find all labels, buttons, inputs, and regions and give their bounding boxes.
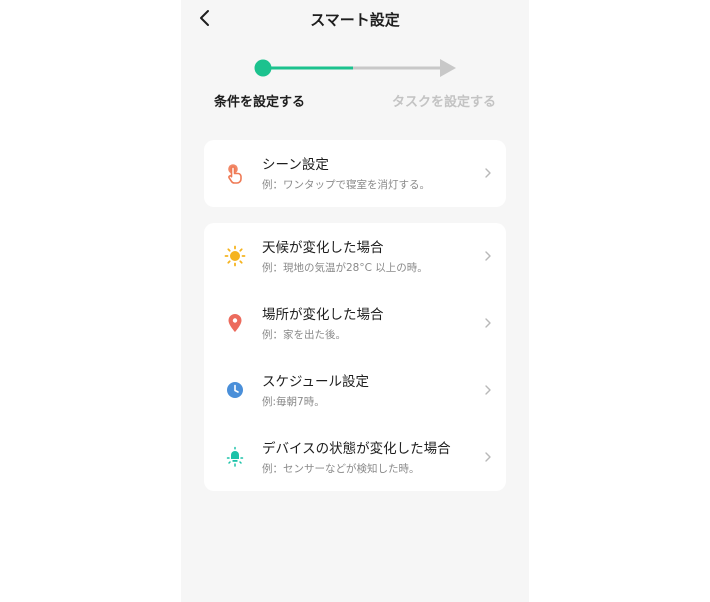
bulb-icon <box>224 446 246 468</box>
chevron-right-icon <box>485 318 491 328</box>
app-screen: スマート設定 条件を設定する タスクを設定する シーン設定 例：ワンタップで寝室… <box>181 0 529 602</box>
location-pin-icon <box>224 312 246 334</box>
condition-title: 天候が変化した場合 <box>262 240 384 256</box>
chevron-right-icon <box>485 251 491 261</box>
condition-desc: 例：センサーなどが検知した時。 <box>262 463 420 475</box>
condition-item-weather[interactable]: 天候が変化した場合 例：現地の気温が28°C 以上の時。 <box>204 223 506 290</box>
condition-title: デバイスの状態が変化した場合 <box>262 441 451 457</box>
scene-setting-item[interactable]: シーン設定 例：ワンタップで寝室を消灯する。 <box>204 140 506 207</box>
condition-title: 場所が変化した場合 <box>262 307 384 323</box>
condition-title: スケジュール設定 <box>262 374 370 390</box>
conditions-card: 天候が変化した場合 例：現地の気温が28°C 以上の時。 場所が変化した場合 例… <box>204 223 506 491</box>
progress-arrow-icon <box>440 59 456 77</box>
chevron-right-icon <box>485 385 491 395</box>
page-title: スマート設定 <box>310 11 400 29</box>
sun-icon <box>224 245 246 267</box>
step-label-conditions: 条件を設定する <box>214 95 306 110</box>
scene-title: シーン設定 <box>262 157 329 173</box>
clock-icon <box>224 379 246 401</box>
condition-item-schedule[interactable]: スケジュール設定 例:毎朝7時。 <box>204 357 506 424</box>
progress-indicator <box>254 59 456 77</box>
scene-card: シーン設定 例：ワンタップで寝室を消灯する。 <box>204 140 506 207</box>
condition-desc: 例：家を出た後。 <box>262 329 346 341</box>
chevron-right-icon <box>485 452 491 462</box>
tap-hand-icon <box>224 162 246 184</box>
chevron-right-icon <box>485 168 491 178</box>
condition-desc: 例：現地の気温が28°C 以上の時。 <box>262 262 428 274</box>
progress-step-dot <box>254 59 272 77</box>
step-label-tasks: タスクを設定する <box>392 95 497 110</box>
condition-desc: 例:毎朝7時。 <box>262 396 325 408</box>
scene-desc: 例：ワンタップで寝室を消灯する。 <box>262 179 430 191</box>
header: スマート設定 <box>181 0 529 36</box>
condition-item-location[interactable]: 場所が変化した場合 例：家を出た後。 <box>204 290 506 357</box>
condition-item-device[interactable]: デバイスの状態が変化した場合 例：センサーなどが検知した時。 <box>204 424 506 491</box>
